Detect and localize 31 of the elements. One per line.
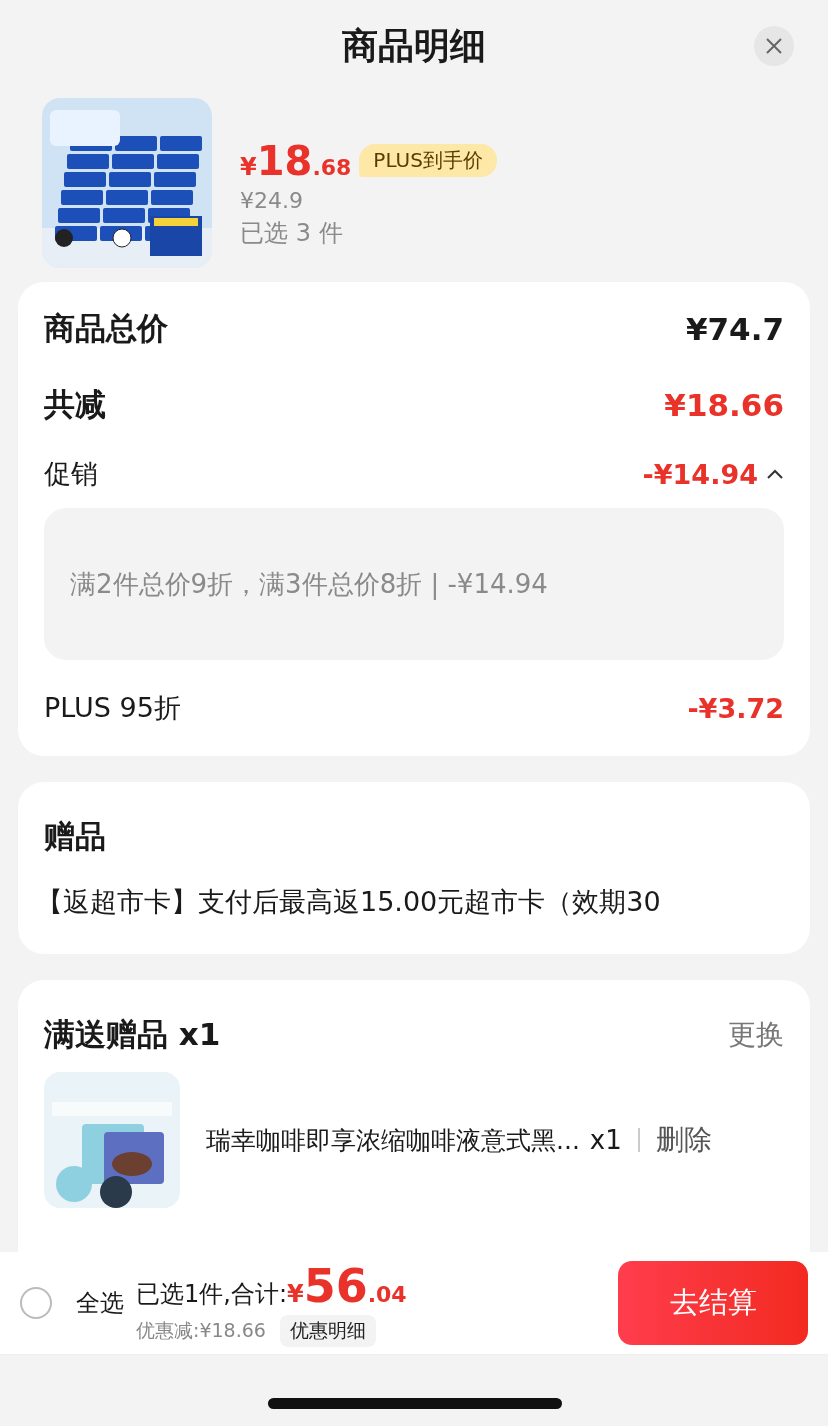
- original-price: ¥24.9: [240, 187, 304, 213]
- discount-label: 共减: [44, 385, 106, 424]
- summary-label: 已选1件,合计:: [136, 1279, 287, 1310]
- product-price: ¥18.68: [240, 137, 352, 184]
- selected-count: 已选 3 件: [240, 217, 344, 249]
- select-all-checkbox[interactable]: [20, 1287, 52, 1319]
- free-gift-title: 满送赠品 x1: [44, 1015, 221, 1054]
- plus-label: PLUS 95折: [44, 691, 181, 725]
- total-price: ¥56.04: [287, 1259, 407, 1313]
- gift-name: 瑞幸咖啡即享浓缩咖啡液意式黑...: [206, 1124, 580, 1157]
- discount-details-button[interactable]: 优惠明细: [279, 1315, 376, 1347]
- gift-title: 赠品: [44, 817, 107, 856]
- caret-icon[interactable]: [766, 468, 784, 480]
- gift-description: 【返超市卡】支付后最高返15.00元超市卡（效期30: [36, 885, 662, 919]
- close-icon: [765, 37, 783, 55]
- discount-value: ¥18.66: [664, 387, 784, 423]
- price-tag: PLUS到手价: [359, 144, 497, 177]
- select-all-label: 全选: [76, 1288, 124, 1319]
- sheet-title: 商品明细: [342, 23, 486, 68]
- promotion-value: -¥14.94: [642, 458, 758, 490]
- change-link[interactable]: 更换: [728, 1016, 784, 1054]
- promotion-label: 促销: [44, 457, 98, 491]
- gift-quantity: x1: [589, 1125, 622, 1155]
- total-label: 商品总价: [44, 309, 168, 348]
- total-value: ¥74.7: [685, 311, 784, 347]
- close-button[interactable]: [754, 26, 794, 66]
- plus-value: -¥3.72: [687, 692, 784, 724]
- checkout-button[interactable]: 去结算: [618, 1261, 808, 1345]
- delete-link[interactable]: 删除: [655, 1121, 712, 1159]
- saved-amount: 优惠减:¥18.66: [136, 1318, 266, 1343]
- promotion-detail: 满2件总价9折，满3件总价8折 | -¥14.94: [44, 508, 784, 660]
